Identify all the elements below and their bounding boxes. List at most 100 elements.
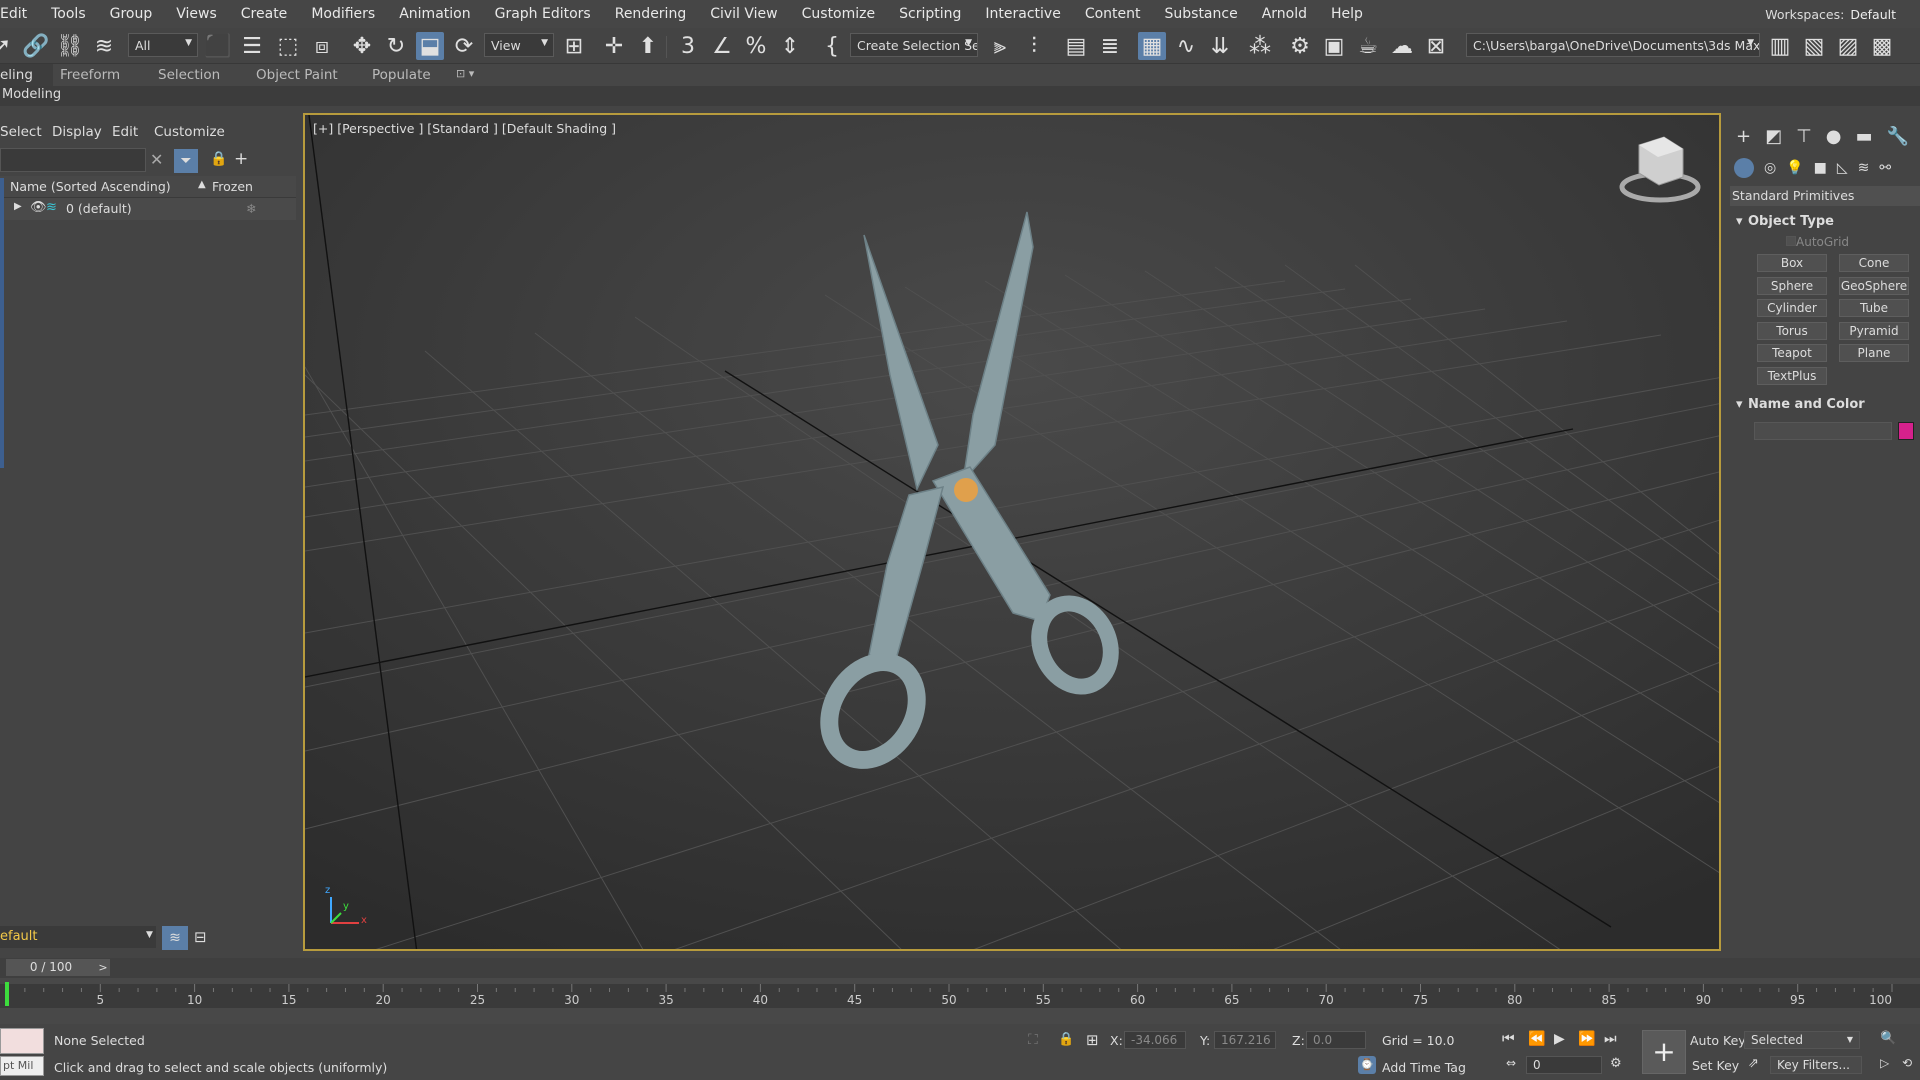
maxscript-mini-listener[interactable]: pt Mil (0, 1056, 44, 1076)
key-mode-toggle-icon[interactable]: ⇔ (1506, 1056, 1516, 1070)
arrow-icon[interactable]: ➚ (0, 32, 16, 60)
object-color-swatch[interactable] (1898, 422, 1914, 440)
percent-snap-icon[interactable]: % (742, 32, 770, 60)
object-type-rollout-toggle[interactable]: ▾ (1736, 214, 1743, 229)
explorer-search-input[interactable] (0, 148, 146, 172)
add-time-tag-button[interactable]: Add Time Tag (1382, 1060, 1466, 1075)
pyramid-button[interactable]: Pyramid (1839, 322, 1909, 340)
modify-tab-icon[interactable]: ◩ (1765, 126, 1782, 147)
menu-arnold[interactable]: Arnold (1250, 6, 1319, 22)
current-layer-dropdown[interactable]: efault ▼ (0, 926, 156, 948)
cylinder-button[interactable]: Cylinder (1757, 299, 1827, 317)
space-warps-icon[interactable]: ≋ (1858, 160, 1870, 176)
expand-arrow-icon[interactable]: ▶ (14, 201, 22, 212)
render-in-cloud-icon[interactable]: ☁ (1388, 32, 1416, 60)
time-tag-icon[interactable]: ⌚ (1358, 1056, 1376, 1074)
menu-interactive[interactable]: Interactive (973, 6, 1072, 22)
render-production-icon[interactable]: ☕ (1354, 32, 1382, 60)
project-folder-dropdown[interactable]: C:\Users\barga\OneDrive\Documents\3ds Ma… (1466, 33, 1760, 57)
shapes-icon[interactable]: ◎ (1764, 160, 1776, 176)
column-frozen-header[interactable]: Frozen (212, 179, 253, 194)
helpers-icon[interactable]: ◺ (1837, 160, 1848, 176)
toggle-scene-explorer-icon[interactable]: ▤ (1062, 32, 1090, 60)
maxscript-listener[interactable] (0, 1028, 44, 1054)
next-frame-button[interactable]: > (96, 959, 110, 976)
explorer-menu-edit[interactable]: Edit (112, 124, 138, 140)
render-setup-icon[interactable]: ⚙ (1286, 32, 1314, 60)
rectangular-selection-icon[interactable]: ⬚ (274, 32, 302, 60)
explorer-menu-customize[interactable]: Customize (154, 124, 225, 140)
display-tab-icon[interactable]: ▬ (1856, 126, 1873, 147)
angle-snap-icon[interactable]: ∠ (708, 32, 736, 60)
perspective-viewport[interactable]: [+] [Perspective ] [Standard ] [Default … (303, 113, 1721, 951)
key-mode-dropdown[interactable]: Selected ▼ (1744, 1031, 1860, 1049)
workspace-selector[interactable]: Workspaces: Default (1765, 7, 1920, 22)
rendered-frame-window-icon[interactable]: ▣ (1320, 32, 1348, 60)
viewport-canvas[interactable] (305, 115, 1721, 951)
ribbon-options-icon[interactable]: ⊡ ▾ (456, 67, 474, 80)
column-name-header[interactable]: Name (Sorted Ascending) (10, 179, 171, 194)
named-selection-sets-dropdown[interactable]: Create Selection Se ▼ (850, 33, 978, 57)
box-button[interactable]: Box (1757, 254, 1827, 272)
pivot-center-icon[interactable]: ⊞ (560, 32, 588, 60)
textplus-button[interactable]: TextPlus (1757, 367, 1827, 385)
set-key-button[interactable]: Set Key (1692, 1058, 1739, 1073)
geosphere-button[interactable]: GeoSphere (1839, 277, 1909, 295)
menu-graph-editors[interactable]: Graph Editors (483, 6, 603, 22)
select-by-name-icon[interactable]: ☰ (238, 32, 266, 60)
track-bar-ruler[interactable]: 5 10 15 20 25 30 35 40 45 50 55 60 65 70 75 80 85 90 95 100 (0, 978, 1920, 1024)
menu-modifiers[interactable]: Modifiers (299, 6, 387, 22)
schematic-view-icon[interactable]: ⇊ (1206, 32, 1234, 60)
window-crossing-icon[interactable]: ⧈ (308, 32, 336, 60)
object-type-title[interactable]: Object Type (1748, 214, 1834, 229)
next-key-icon[interactable]: ⏩ (1578, 1031, 1595, 1047)
hierarchy-tab-icon[interactable]: ⊤ (1796, 126, 1812, 147)
autogrid-checkbox[interactable] (1786, 236, 1796, 246)
z-coord-input[interactable]: 0.0 (1306, 1031, 1366, 1049)
explorer-layer-row[interactable]: ▶ 👁 ≋ 0 (default) ❄ (0, 198, 296, 220)
edit-named-selection-icon[interactable]: { (818, 32, 846, 60)
key-filter-icon[interactable]: ⇗ (1748, 1056, 1759, 1071)
menu-help[interactable]: Help (1319, 6, 1375, 22)
cameras-icon[interactable]: ■ (1814, 160, 1827, 176)
selection-filter-dropdown[interactable]: All ▼ (128, 33, 198, 57)
object-name-input[interactable] (1754, 422, 1892, 440)
time-configuration-icon[interactable]: ⚙ (1610, 1056, 1622, 1071)
menu-substance[interactable]: Substance (1153, 6, 1250, 22)
orbit-icon[interactable]: ⟲ (1902, 1056, 1912, 1070)
render-iterative-icon[interactable]: ⊠ (1422, 32, 1450, 60)
tube-button[interactable]: Tube (1839, 299, 1909, 317)
name-color-title[interactable]: Name and Color (1748, 397, 1865, 412)
isolate-selection-icon[interactable]: ⛶ (1028, 1032, 1038, 1048)
freeze-icon[interactable]: ❄ (246, 201, 256, 216)
project-settings-icon[interactable]: ▩ (1868, 32, 1896, 60)
filter-icon[interactable]: ⏷ (174, 149, 198, 173)
lock-icon[interactable]: 🔒 (210, 151, 227, 167)
select-object-icon[interactable]: ⬛ (204, 32, 232, 60)
previous-frame-icon[interactable]: ⏪ (1528, 1031, 1545, 1047)
bind-space-warp-icon[interactable]: ≋ (90, 32, 118, 60)
menu-animation[interactable]: Animation (387, 6, 482, 22)
ribbon-tab-modeling[interactable]: eling (0, 64, 53, 86)
menu-tools[interactable]: Tools (39, 6, 98, 22)
rotate-icon[interactable]: ↻ (382, 32, 410, 60)
unlink-icon[interactable]: ⛓ (56, 32, 84, 60)
open-project-icon[interactable]: ▥ (1766, 32, 1794, 60)
time-slider-track[interactable] (0, 958, 1920, 978)
go-to-end-icon[interactable]: ⏭ (1604, 1031, 1617, 1047)
snaps-toggle-icon[interactable]: 3 (674, 32, 702, 60)
scene-explorer-toggle-icon[interactable]: ⊟ (194, 928, 207, 946)
save-project-icon[interactable]: ▧ (1800, 32, 1828, 60)
primitive-category-dropdown[interactable]: Standard Primitives (1730, 186, 1920, 206)
scale-icon[interactable]: ⬓ (416, 32, 444, 60)
ribbon-tab-selection[interactable]: Selection (158, 67, 220, 83)
menu-edit[interactable]: Edit (0, 6, 39, 22)
auto-key-button[interactable]: Auto Key (1690, 1033, 1746, 1048)
lights-icon[interactable]: 💡 (1786, 160, 1803, 176)
layer-explorer-toggle-icon[interactable]: ≋ (162, 926, 188, 950)
move-icon[interactable]: ✥ (348, 32, 376, 60)
toggle-layer-explorer-icon[interactable]: ≣ (1096, 32, 1124, 60)
name-color-rollout-toggle[interactable]: ▾ (1736, 397, 1743, 412)
link-icon[interactable]: 🔗 (22, 32, 50, 60)
track-bar[interactable]: 5 10 15 20 25 30 35 40 45 50 55 60 65 70 75 80 85 90 95 100 (0, 978, 1920, 1024)
